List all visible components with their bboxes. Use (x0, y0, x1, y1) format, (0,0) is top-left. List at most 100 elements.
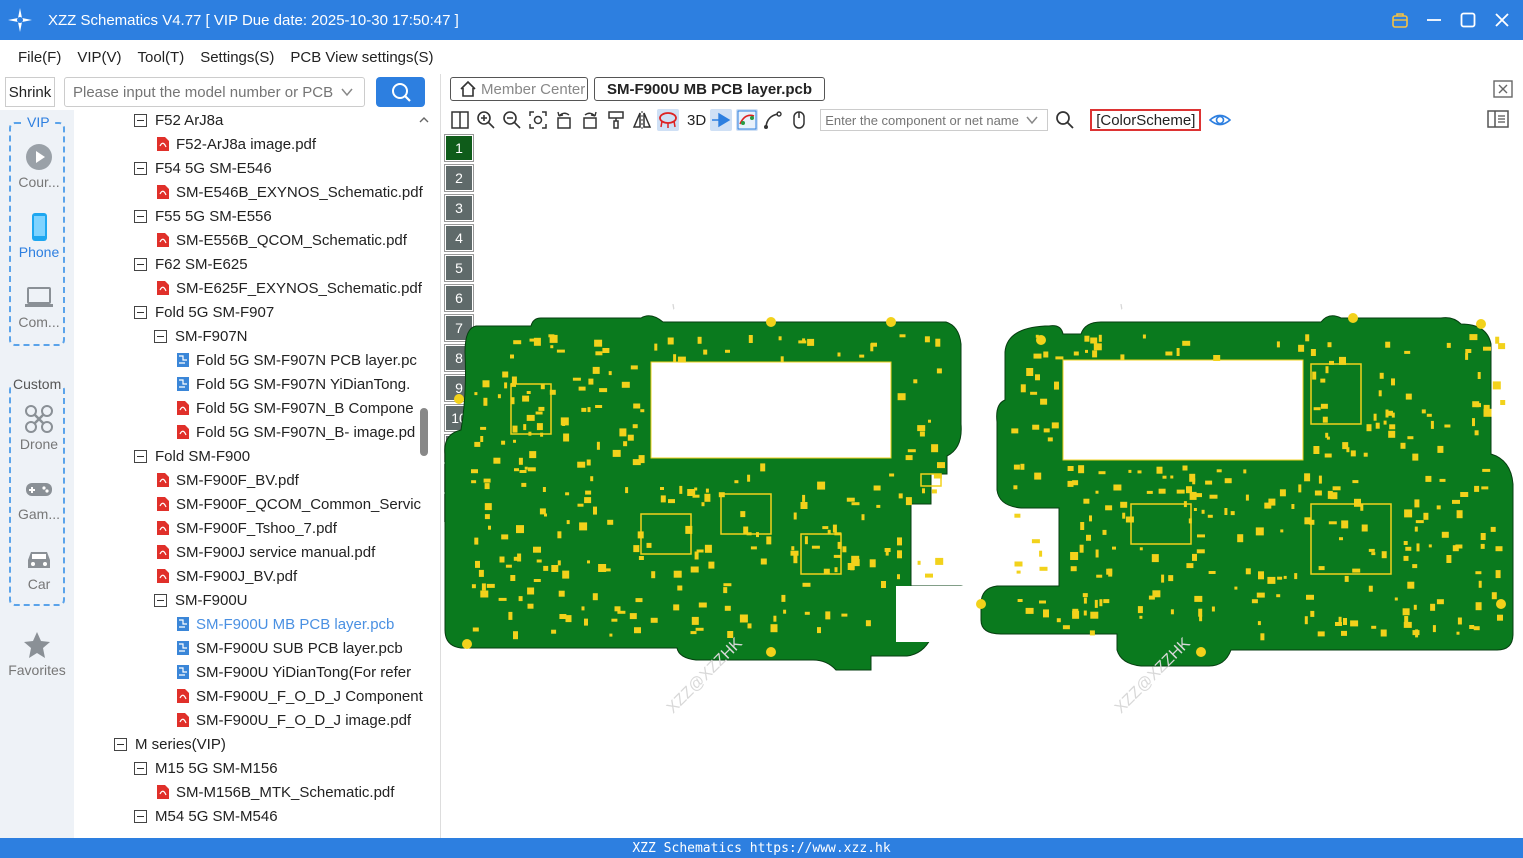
tree-file[interactable]: SM-F900J service manual.pdf (156, 540, 375, 564)
format-painter-icon[interactable] (605, 109, 627, 131)
pcb-pad (679, 485, 683, 494)
scroll-up-icon[interactable] (418, 114, 430, 126)
split-view-icon[interactable] (449, 109, 471, 131)
pin-icon[interactable] (710, 109, 733, 131)
tree-folder[interactable]: SM-F907N (154, 324, 248, 348)
pcb-pad (1322, 416, 1328, 423)
minimize-button[interactable] (1423, 9, 1445, 31)
tab-member-center[interactable]: Member Center (450, 77, 588, 101)
chevron-down-icon[interactable] (1025, 113, 1039, 127)
tree-file[interactable]: SM-F900U YiDianTong(For refer (176, 660, 411, 684)
tree-file[interactable]: Fold 5G SM-F907N_B Compone (176, 396, 414, 420)
menu-pcb-view-settings[interactable]: PCB View settings(S) (282, 49, 441, 66)
collapse-toggle-icon[interactable] (134, 161, 147, 175)
pcb-board-render[interactable]: XZZ@XZZHK XZZ@XZZHK XZZ@XZZHK XZZ@XZZHK (441, 304, 1523, 754)
pcb-pad (881, 581, 886, 588)
tree-file[interactable]: F52-ArJ8a image.pdf (156, 132, 316, 156)
collapse-toggle-icon[interactable] (134, 209, 147, 223)
trace-icon[interactable] (762, 109, 784, 131)
tree-folder[interactable]: Fold 5G SM-F907 (134, 300, 274, 324)
rail-item-games[interactable]: Gam... (11, 474, 67, 534)
net-map-icon[interactable] (736, 109, 759, 131)
collapse-toggle-icon[interactable] (154, 329, 167, 343)
collapse-toggle-icon[interactable] (134, 761, 147, 775)
tree-folder[interactable]: M series(VIP) (114, 732, 226, 756)
rotate-left-icon[interactable] (553, 109, 575, 131)
collapse-toggle-icon[interactable] (154, 593, 167, 607)
tree-file[interactable]: Fold 5G SM-F907N_B- image.pd (176, 420, 415, 444)
menu-settings[interactable]: Settings(S) (192, 49, 282, 66)
tree-file[interactable]: SM-F900U MB PCB layer.pcb (176, 612, 394, 636)
collapse-toggle-icon[interactable] (134, 113, 147, 127)
model-search-input[interactable] (73, 83, 333, 101)
eye-icon[interactable] (1209, 109, 1232, 131)
collapse-toggle-icon[interactable] (134, 809, 147, 823)
layer-button-3[interactable]: 3 (445, 195, 473, 221)
close-tabs-icon[interactable] (1493, 80, 1513, 98)
tree-file[interactable]: SM-F900J_BV.pdf (156, 564, 297, 588)
rail-item-favorites[interactable]: Favorites (8, 630, 66, 690)
tree-file[interactable]: Fold 5G SM-F907N YiDianTong. (176, 372, 410, 396)
layer-button-2[interactable]: 2 (445, 165, 473, 191)
tree-label: SM-M156B_MTK_Schematic.pdf (176, 783, 395, 801)
rail-item-courses[interactable]: Cour... (11, 142, 67, 202)
tree-folder[interactable]: F55 5G SM-E556 (134, 204, 272, 228)
collapse-toggle-icon[interactable] (134, 257, 147, 271)
pcb-pad (1151, 554, 1159, 563)
layer-button-1[interactable]: 1 (445, 135, 473, 161)
shrink-button[interactable]: Shrink (5, 77, 55, 107)
fit-view-icon[interactable] (527, 109, 549, 131)
mouse-icon[interactable] (788, 109, 810, 131)
tree-folder[interactable]: F52 ArJ8a (134, 110, 223, 132)
layer-button-4[interactable]: 4 (445, 225, 473, 251)
tree-file[interactable]: SM-F900F_QCOM_Common_Servic (156, 492, 421, 516)
search-button[interactable] (376, 77, 425, 107)
pcb-pad (861, 514, 865, 521)
rail-item-car[interactable]: Car (11, 544, 67, 604)
menu-vip[interactable]: VIP(V) (69, 49, 129, 66)
tree-folder[interactable]: Fold SM-F900 (134, 444, 250, 468)
zoom-out-icon[interactable] (501, 109, 523, 131)
tree-file[interactable]: SM-F900U SUB PCB layer.pcb (176, 636, 403, 660)
tree-file[interactable]: SM-E546B_EXYNOS_Schematic.pdf (156, 180, 423, 204)
menu-tool[interactable]: Tool(T) (130, 49, 193, 66)
scroll-thumb[interactable] (420, 408, 428, 456)
net-search-icon[interactable] (1054, 109, 1076, 131)
tree-file[interactable]: SM-E625F_EXYNOS_Schematic.pdf (156, 276, 422, 300)
rotate-right-icon[interactable] (579, 109, 601, 131)
vip-bag-icon[interactable] (1389, 9, 1411, 31)
collapse-toggle-icon[interactable] (134, 305, 147, 319)
collapse-toggle-icon[interactable] (114, 737, 127, 751)
maximize-button[interactable] (1457, 9, 1479, 31)
colorscheme-button[interactable]: [ColorScheme] (1090, 109, 1202, 131)
collapse-toggle-icon[interactable] (134, 449, 147, 463)
zoom-in-icon[interactable] (475, 109, 497, 131)
highlight-net-icon[interactable] (657, 109, 679, 131)
tree-folder[interactable]: M15 5G SM-M156 (134, 756, 278, 780)
tree-folder[interactable]: SM-F900U (154, 588, 248, 612)
tree-scrollbar[interactable] (418, 110, 430, 838)
chevron-down-icon[interactable] (340, 85, 354, 102)
layer-button-5[interactable]: 5 (445, 255, 473, 281)
close-button[interactable] (1491, 9, 1513, 31)
3d-view-button[interactable]: 3D (687, 112, 706, 129)
rail-item-drone[interactable]: Drone (11, 404, 67, 464)
tab-pcb-file[interactable]: SM-F900U MB PCB layer.pcb (594, 77, 825, 101)
tree-file[interactable]: SM-F900U_F_O_D_J image.pdf (176, 708, 411, 732)
tree-file[interactable]: SM-M156B_MTK_Schematic.pdf (156, 780, 394, 804)
rail-item-computer[interactable]: Com... (11, 282, 67, 342)
mirror-icon[interactable] (631, 109, 653, 131)
net-search-input[interactable] (825, 112, 1026, 128)
side-panel-icon[interactable] (1487, 109, 1509, 131)
tree-file[interactable]: SM-F900F_BV.pdf (156, 468, 299, 492)
tree-file[interactable]: SM-E556B_QCOM_Schematic.pdf (156, 228, 407, 252)
menu-file[interactable]: File(F) (10, 49, 69, 66)
tree-folder[interactable]: F62 SM-E625 (134, 252, 248, 276)
pcb-pad (533, 579, 541, 582)
rail-item-phone[interactable]: Phone (11, 212, 67, 272)
tree-file[interactable]: Fold 5G SM-F907N PCB layer.pc (176, 348, 417, 372)
tree-file[interactable]: SM-F900F_Tshoo_7.pdf (156, 516, 337, 540)
tree-file[interactable]: SM-F900U_F_O_D_J Component (176, 684, 423, 708)
tree-folder[interactable]: F54 5G SM-E546 (134, 156, 272, 180)
tree-folder[interactable]: M54 5G SM-M546 (134, 804, 278, 828)
